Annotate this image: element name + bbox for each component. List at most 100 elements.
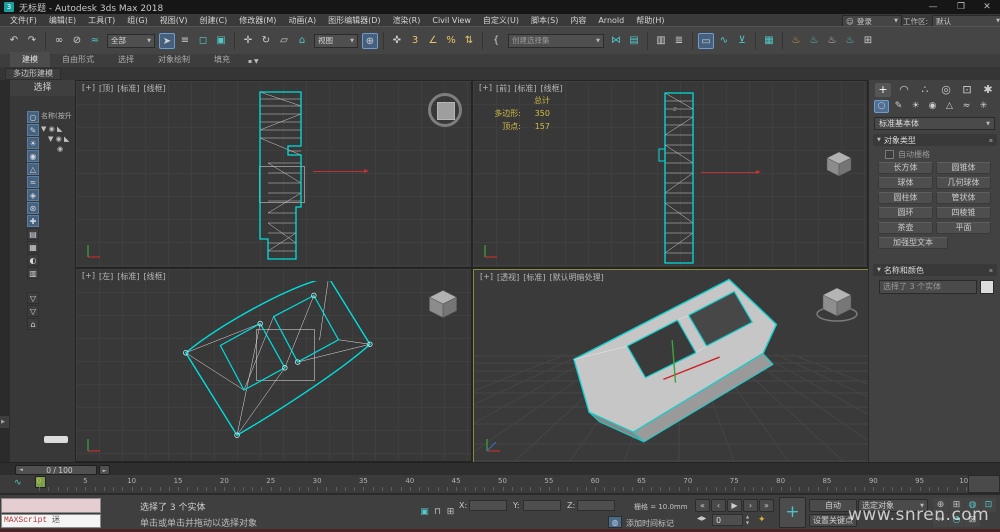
- name-color-rollout-header[interactable]: ▼ 名称和颜色 ▪: [873, 264, 997, 276]
- viewport-front[interactable]: [+][前][标准][线框] 总计 多边形:350 顶点:157 z: [473, 81, 867, 267]
- name-column-header[interactable]: 名称(按升: [41, 111, 75, 122]
- menu-item-10[interactable]: Civil View: [426, 16, 477, 25]
- menu-item-14[interactable]: Arnold: [592, 16, 630, 25]
- select-manipulate-icon[interactable]: ✜: [389, 33, 405, 49]
- spinner-snap-icon[interactable]: ⇅: [461, 33, 477, 49]
- vp-left-menu-0[interactable]: [+]: [82, 271, 95, 282]
- menu-item-8[interactable]: 图形编辑器(D): [322, 15, 386, 26]
- filter-hidden-icon[interactable]: ▥: [27, 267, 39, 279]
- go-to-start-button[interactable]: «: [695, 499, 710, 512]
- menu-item-5[interactable]: 创建(C): [193, 15, 233, 26]
- track-bar[interactable]: ∿ 05101520253035404550556065707580859095…: [0, 475, 1000, 494]
- create-tab[interactable]: +: [875, 83, 891, 97]
- modify-tab[interactable]: ◠: [896, 83, 912, 97]
- time-tag-globe-icon[interactable]: ◍: [608, 516, 622, 528]
- menu-item-0[interactable]: 文件(F): [4, 15, 43, 26]
- close-button[interactable]: ✕: [976, 1, 998, 13]
- menu-item-15[interactable]: 帮助(H): [630, 15, 670, 26]
- lights-subtab[interactable]: ☀: [908, 100, 923, 113]
- cameras-subtab[interactable]: ◉: [925, 100, 940, 113]
- viewcube-top[interactable]: [428, 93, 462, 127]
- filter-geometry-icon[interactable]: ○: [27, 111, 39, 123]
- filter-containers-icon[interactable]: ▤: [27, 228, 39, 240]
- menu-item-12[interactable]: 脚本(S): [525, 15, 564, 26]
- tube-button[interactable]: 管状体: [936, 192, 991, 204]
- expand-explorer-button[interactable]: ▶: [0, 415, 10, 429]
- pyramid-button[interactable]: 四棱锥: [936, 207, 991, 219]
- minimize-button[interactable]: —: [922, 1, 944, 13]
- polygon-modeling-panel[interactable]: 多边形建模: [5, 68, 61, 80]
- filter-xrefs-icon[interactable]: ⊛: [27, 202, 39, 214]
- vp-persp-menu-3[interactable]: [默认明暗处理]: [549, 272, 603, 283]
- select-move-icon[interactable]: ✛: [240, 33, 256, 49]
- use-pivot-center-icon[interactable]: ⊕: [362, 33, 378, 49]
- named-sets-dropdown[interactable]: 创建选择集▼: [508, 34, 604, 48]
- object-name-field[interactable]: 选择了 3 个实体: [879, 280, 977, 294]
- key-mode-toggle-icon[interactable]: ◀▶: [697, 515, 706, 522]
- object-color-swatch[interactable]: [980, 280, 994, 294]
- material-editor-icon[interactable]: ▦: [761, 33, 777, 49]
- menu-item-11[interactable]: 自定义(U): [477, 15, 525, 26]
- select-scale-icon[interactable]: ▱: [276, 33, 292, 49]
- current-frame-field[interactable]: 0: [712, 514, 743, 526]
- frame-back-icon[interactable]: ◄: [16, 467, 23, 473]
- vp-top-menu-0[interactable]: [+]: [82, 83, 95, 94]
- vp-left-menu-1[interactable]: [左]: [99, 271, 113, 282]
- filter-bones-icon[interactable]: ✚: [27, 215, 39, 227]
- window-crossing-icon[interactable]: ▣: [213, 33, 229, 49]
- layer-explorer-toggle-icon[interactable]: ≣: [671, 33, 687, 49]
- textplus-button[interactable]: 加强型文本: [878, 237, 948, 249]
- percent-snap-icon[interactable]: %: [443, 33, 459, 49]
- coord-y-field[interactable]: [523, 500, 561, 511]
- coord-z-field[interactable]: [577, 500, 615, 511]
- vp-front-menu-0[interactable]: [+]: [479, 83, 492, 94]
- menu-item-4[interactable]: 视图(V): [154, 15, 194, 26]
- rect-selection-region-icon[interactable]: ◻: [195, 33, 211, 49]
- vp-left-menu-2[interactable]: [标准]: [117, 271, 139, 282]
- viewport-left[interactable]: [+][左][标准][线框]: [76, 269, 471, 461]
- menu-item-1[interactable]: 编辑(E): [43, 15, 82, 26]
- maximize-button[interactable]: ❐: [950, 1, 972, 13]
- perspective-shaded-model[interactable]: [549, 278, 819, 456]
- track-bar-end-box[interactable]: [968, 475, 1000, 493]
- left-view-wireframe-model[interactable]: [176, 281, 386, 451]
- bind-spacewarp-icon[interactable]: ≈: [87, 33, 103, 49]
- coord-x-field[interactable]: [469, 500, 507, 511]
- vp-front-menu-3[interactable]: [线框]: [540, 83, 562, 94]
- select-rotate-icon[interactable]: ↻: [258, 33, 274, 49]
- mini-curve-editor-icon[interactable]: ∿: [14, 478, 22, 488]
- rendered-frame-window-icon[interactable]: ♨: [806, 33, 822, 49]
- menu-item-13[interactable]: 内容: [564, 15, 592, 26]
- autogrid-control[interactable]: 自动栅格: [885, 149, 930, 160]
- geometry-subtab[interactable]: ○: [874, 100, 889, 113]
- tree-node-2[interactable]: ◉: [41, 144, 75, 154]
- filter-groups-icon[interactable]: ◈: [27, 189, 39, 201]
- next-frame-button[interactable]: ›: [743, 499, 758, 512]
- key-settings-icon[interactable]: ✦: [758, 515, 766, 525]
- maxscript-listener-pink[interactable]: [1, 498, 101, 513]
- vp-front-menu-2[interactable]: [标准]: [514, 83, 536, 94]
- viewport-perspective[interactable]: [+][透视][标准][默认明暗处理]: [473, 269, 869, 463]
- sphere-button[interactable]: 球体: [878, 177, 933, 189]
- filter-helpers-icon[interactable]: △: [27, 163, 39, 175]
- render-production-icon[interactable]: ♨: [824, 33, 840, 49]
- select-place-icon[interactable]: ⌂: [294, 33, 310, 49]
- vp-persp-menu-0[interactable]: [+]: [480, 272, 493, 283]
- render-flyout-icon[interactable]: ⊞: [860, 33, 876, 49]
- tab-freeform[interactable]: 自由形式: [50, 52, 106, 67]
- plane-button[interactable]: 平面: [936, 222, 991, 234]
- selection-lock-icon[interactable]: ⊓: [431, 506, 444, 519]
- explorer-scrollbar[interactable]: [44, 436, 68, 443]
- top-view-wireframe-model[interactable]: [254, 89, 314, 265]
- snaps-toggle-icon[interactable]: 3: [407, 33, 423, 49]
- render-setup-icon[interactable]: ♨: [788, 33, 804, 49]
- absolute-mode-icon[interactable]: ⊞: [444, 506, 457, 519]
- vp-top-menu-2[interactable]: [标准]: [117, 83, 139, 94]
- go-to-end-button[interactable]: »: [759, 499, 774, 512]
- systems-subtab[interactable]: ✳: [976, 100, 991, 113]
- helpers-subtab[interactable]: △: [942, 100, 957, 113]
- isolate-toggle-icon[interactable]: ▣: [418, 506, 431, 519]
- utilities-tab[interactable]: ✱: [980, 83, 996, 97]
- cylinder-button[interactable]: 圆柱体: [878, 192, 933, 204]
- maxscript-listener-white[interactable]: MAXScript 迷: [1, 514, 101, 528]
